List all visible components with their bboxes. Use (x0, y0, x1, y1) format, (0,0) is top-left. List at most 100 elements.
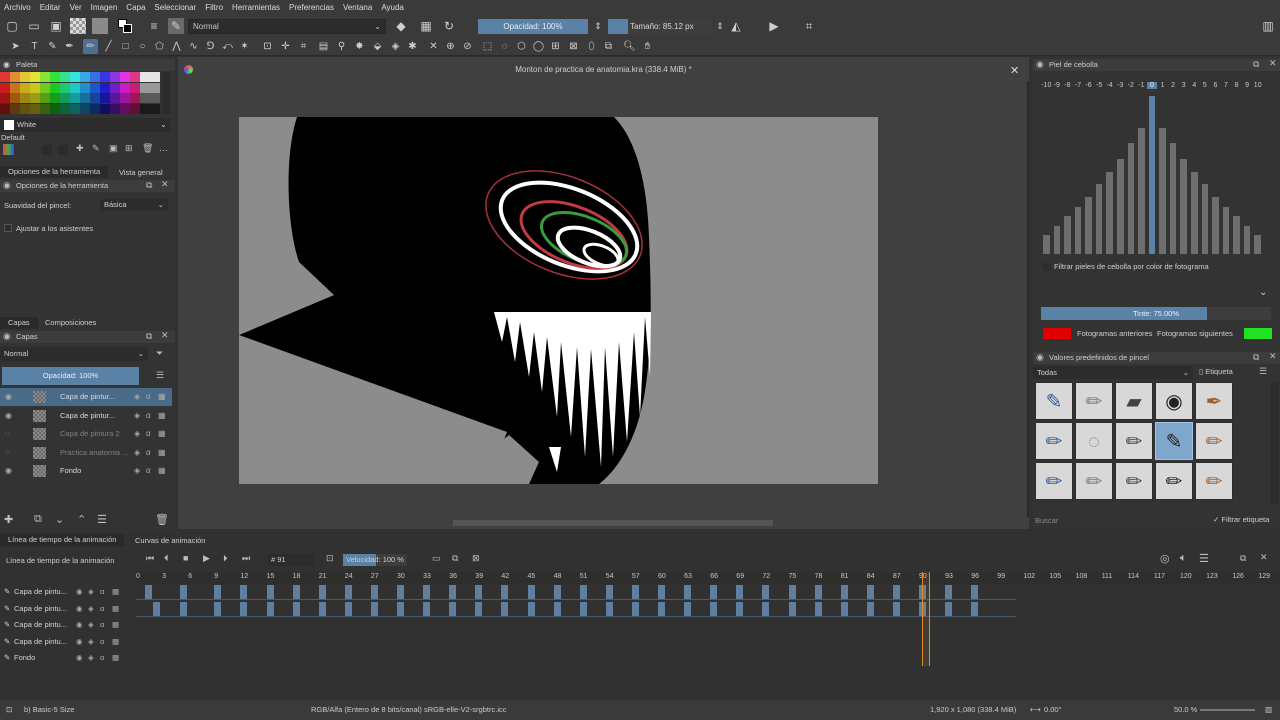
brush-preset-thumbnail[interactable]: ✏ (1115, 462, 1153, 500)
onion-opacity-bar[interactable] (1064, 216, 1071, 254)
keyframe[interactable] (762, 585, 770, 599)
polygon-select-icon[interactable]: ⬡ (514, 39, 529, 54)
onion-opacity-bar[interactable] (1254, 235, 1261, 254)
inherit-alpha-icon[interactable]: ▦ (158, 407, 166, 425)
close-icon[interactable]: ✕ (1269, 351, 1277, 362)
brush-preset-thumbnail[interactable]: ◌ (1075, 422, 1113, 460)
speed-slider[interactable]: Velocidad: 100 % (343, 554, 407, 566)
mirror-horizontal-icon[interactable]: ◭ (728, 18, 744, 34)
palette-swatch[interactable] (110, 93, 120, 103)
palette-swatch[interactable] (130, 103, 140, 114)
smoothing-select[interactable]: Básica ⌄ (100, 199, 168, 211)
visibility-icon[interactable]: ◌ (5, 444, 10, 462)
multibrush-icon[interactable]: ✶ (237, 39, 252, 54)
canvas-vscroll[interactable] (1027, 81, 1029, 517)
onion-opacity-bar[interactable] (1233, 216, 1240, 254)
keyframe[interactable] (736, 601, 744, 616)
alpha-icon[interactable]: α (146, 425, 151, 443)
palette-swatch[interactable] (100, 72, 110, 82)
size-stepper[interactable]: ⇕ (712, 18, 728, 34)
tab-overview[interactable]: Vista general (111, 167, 171, 179)
pin-icon[interactable]: ✎ (4, 650, 10, 666)
brush-preset-thumbnail[interactable]: ✎ (1155, 422, 1193, 460)
onion-offset-label[interactable]: -5 (1094, 82, 1105, 89)
brush-preset-thumbnail[interactable]: ✏ (1075, 462, 1113, 500)
palette-swatch[interactable] (120, 72, 130, 82)
canvas-hscroll[interactable] (453, 520, 773, 526)
keyframe[interactable] (658, 601, 665, 616)
keyframe[interactable] (240, 585, 248, 599)
palette-swatch[interactable] (20, 72, 30, 82)
keyframe[interactable] (179, 601, 187, 616)
mirror-vertical-icon[interactable]: ▶ (766, 18, 782, 34)
alpha-icon[interactable]: α (100, 601, 104, 617)
brush-filter-select[interactable]: Todas ⌄ (1033, 366, 1193, 379)
palette-swatch[interactable] (30, 82, 40, 93)
brush-preset-thumbnail[interactable]: ✎ (1035, 382, 1073, 420)
keyframe[interactable] (527, 601, 535, 616)
menu-item[interactable]: Preferencias (289, 3, 334, 12)
keyframe[interactable] (501, 585, 509, 599)
layer-properties-icon[interactable]: ☰ (97, 513, 107, 526)
keyframe[interactable] (605, 585, 613, 599)
keyframe[interactable] (214, 585, 222, 599)
filter-tag-checkbox[interactable]: ✓ Filtrar etiqueta (1213, 515, 1269, 524)
palette-swatch[interactable] (130, 72, 140, 82)
bezier-select-icon[interactable]: ⬯ (584, 39, 599, 54)
brush-preset-icon[interactable]: ✎ (168, 18, 184, 34)
palette-swatch[interactable] (50, 82, 60, 93)
palette-swatch[interactable] (130, 93, 140, 103)
play-icon[interactable]: ▶ (203, 553, 210, 564)
rotation-icon[interactable]: ⟷ (1030, 700, 1041, 720)
menu-item[interactable]: Archivo (4, 3, 31, 12)
palette-swatch[interactable] (80, 93, 90, 103)
lock-icon[interactable]: ◈ (88, 634, 94, 650)
keyframe[interactable] (214, 601, 222, 616)
palette-swatch[interactable] (0, 82, 10, 93)
menu-item[interactable]: Capa (126, 3, 145, 12)
brush-preset-thumbnail[interactable]: ▰ (1115, 382, 1153, 420)
layer-row[interactable]: ◌ Practica anatomia ... ◈ α ▦ (0, 444, 172, 462)
calligraphy-icon[interactable]: ✒ (62, 39, 77, 54)
blend-mode-select[interactable]: Normal ⌄ (188, 19, 386, 34)
layer-row[interactable]: ◌ Capa de pintura 2 ◈ α ▦ (0, 425, 172, 443)
palette-swatch[interactable] (90, 103, 100, 114)
keyframe[interactable] (475, 601, 483, 616)
palette-swatch[interactable] (20, 93, 30, 103)
keyframe[interactable] (866, 601, 874, 616)
open-document-icon[interactable]: ▭ (26, 18, 42, 34)
keyframe[interactable] (370, 601, 378, 616)
keyframe[interactable] (892, 585, 900, 599)
palette-swatch[interactable] (150, 82, 160, 93)
transform-tool-icon[interactable]: ⊡ (260, 39, 275, 54)
tab-animation-curves[interactable]: Curvas de animación (127, 535, 213, 547)
alpha-icon[interactable]: α (100, 617, 104, 633)
keyframe[interactable] (292, 601, 300, 616)
palette-swatch[interactable] (70, 103, 80, 114)
pin-icon[interactable]: ✎ (4, 634, 10, 650)
contiguous-select-icon[interactable]: ⊞ (548, 39, 563, 54)
onion-opacity-bar[interactable] (1191, 171, 1198, 254)
menu-item[interactable]: Ayuda (381, 3, 404, 12)
close-icon[interactable]: ✕ (1269, 58, 1277, 69)
onion-opacity-bar[interactable] (1212, 197, 1219, 254)
perspective-grid-icon[interactable]: ⊘ (460, 39, 475, 54)
fps-icon[interactable]: ⊡ (326, 553, 334, 564)
onion-offset-label[interactable]: 3 (1178, 82, 1189, 89)
panel-lock-icon[interactable]: ◉ (1036, 352, 1044, 363)
palette-chooser-icon[interactable] (3, 144, 14, 155)
keyframe[interactable] (292, 585, 300, 599)
timeline-layer-row[interactable]: ✎ Fondo ◉ ◈ α ▦ (0, 650, 135, 666)
visibility-icon[interactable]: ◉ (76, 650, 83, 666)
onion-offset-label[interactable]: -9 (1052, 82, 1063, 89)
onion-toggle-icon[interactable]: ▦ (112, 617, 119, 633)
palette-swatch[interactable] (150, 72, 160, 82)
onion-opacity-bar[interactable] (1222, 206, 1230, 254)
float-panel-icon[interactable]: ⧉ (1253, 59, 1259, 70)
lock-icon[interactable]: ◈ (134, 425, 140, 443)
dynamic-brush-icon[interactable]: ⤺ (220, 39, 235, 54)
keyframe[interactable] (945, 585, 953, 599)
palette-swatch[interactable] (50, 103, 60, 114)
onion-skin-scale[interactable]: -10 -9 -8 -7 -6 -5 -4 -3 -2 -1 0 1 2 3 4 5 6 7 8 9 10 (1041, 82, 1263, 92)
text-tool-icon[interactable]: T (27, 39, 42, 54)
